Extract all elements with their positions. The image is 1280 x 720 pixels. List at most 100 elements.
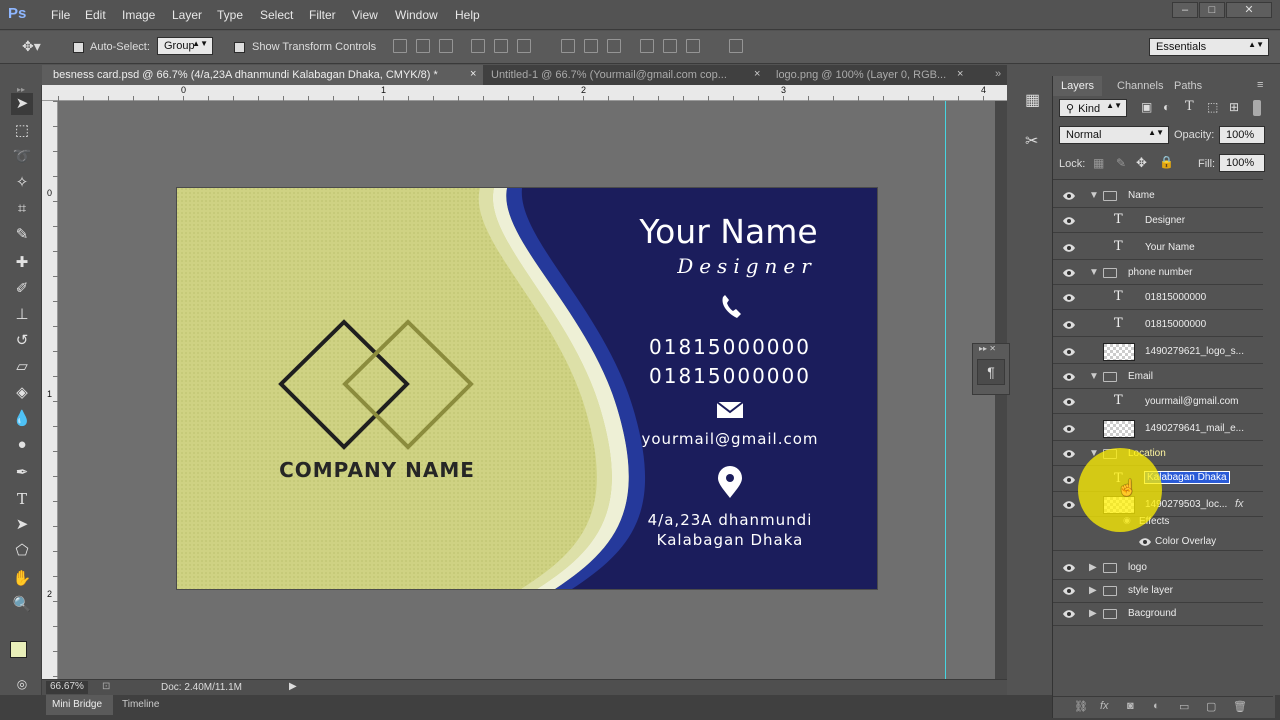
layer-row-group[interactable]: ▶ Bacground <box>1053 602 1263 626</box>
align-vcenter-icon[interactable] <box>416 39 430 53</box>
visibility-eye-icon[interactable] <box>1062 474 1076 486</box>
expand-group-icon[interactable]: ▶ <box>1089 585 1097 596</box>
layer-row-group[interactable]: ▶ style layer <box>1053 579 1263 603</box>
tab-timeline[interactable]: Timeline <box>116 695 168 715</box>
auto-align-icon[interactable] <box>729 39 743 53</box>
dodge-tool-icon[interactable]: ● <box>11 434 33 456</box>
zoom-tool-icon[interactable]: 🔍 <box>11 594 33 616</box>
align-top-icon[interactable] <box>393 39 407 53</box>
layer-row-text[interactable]: T Designer <box>1053 209 1263 233</box>
distribute-right-icon[interactable] <box>686 39 700 53</box>
lock-position-icon[interactable]: ✥ <box>1136 155 1147 171</box>
layer-row-effects[interactable]: ◉Effects <box>1053 513 1263 531</box>
distribute-top-icon[interactable] <box>561 39 575 53</box>
move-tool-icon[interactable]: ➤ <box>11 93 33 115</box>
show-transform-checkbox[interactable] <box>234 42 245 53</box>
new-group-icon[interactable]: ▭ <box>1179 700 1189 713</box>
expand-icon[interactable]: ▸▸ ✕ <box>979 344 996 353</box>
opacity-input[interactable]: 100% <box>1219 126 1265 144</box>
blur-tool-icon[interactable]: 💧 <box>11 408 33 430</box>
filter-toggle[interactable] <box>1253 100 1261 116</box>
visibility-eye-icon[interactable] <box>1062 448 1076 460</box>
align-left-icon[interactable] <box>471 39 485 53</box>
hand-tool-icon[interactable]: ✋ <box>11 568 33 590</box>
menu-help[interactable]: Help <box>455 8 480 22</box>
layer-style-icon[interactable]: fx <box>1100 700 1109 712</box>
layer-row-group[interactable]: ▼ Name <box>1053 184 1263 208</box>
expand-group-icon[interactable]: ▶ <box>1089 608 1097 619</box>
visibility-eye-icon[interactable] <box>1062 215 1076 227</box>
tab-logo-png[interactable]: logo.png @ 100% (Layer 0, RGB... <box>765 65 957 85</box>
brush-tool-icon[interactable]: ✐ <box>11 278 33 300</box>
guide-line[interactable] <box>945 101 946 679</box>
align-bottom-icon[interactable] <box>439 39 453 53</box>
lock-transparent-icon[interactable]: ▦ <box>1093 156 1104 170</box>
tab-paths[interactable]: Paths <box>1166 76 1210 96</box>
filter-smart-object-icon[interactable]: ⊞ <box>1229 100 1239 114</box>
type-tool-icon[interactable]: T <box>11 488 33 510</box>
maximize-button[interactable]: □ <box>1199 2 1225 18</box>
lock-image-icon[interactable]: ✎ <box>1116 156 1126 170</box>
filter-type-icon[interactable]: T <box>1185 99 1194 114</box>
visibility-eye-icon[interactable] <box>1062 346 1076 358</box>
collapse-group-icon[interactable]: ▼ <box>1089 190 1099 201</box>
menu-filter[interactable]: Filter <box>309 8 336 22</box>
align-right-icon[interactable] <box>517 39 531 53</box>
shape-tool-icon[interactable]: ⬠ <box>11 540 33 562</box>
filter-adjustment-icon[interactable]: ◐ <box>1163 100 1170 114</box>
add-mask-icon[interactable]: ◙ <box>1127 700 1134 712</box>
visibility-eye-icon[interactable] <box>1062 423 1076 435</box>
auto-select-dropdown[interactable]: Group ▲▼ <box>157 37 213 55</box>
tab-channels[interactable]: Channels <box>1109 76 1171 96</box>
history-icon[interactable]: ▦ <box>1025 90 1040 110</box>
layer-row-image[interactable]: 1490279621_logo_s... <box>1053 340 1263 364</box>
delete-layer-icon[interactable]: 🗑 <box>1233 700 1247 713</box>
layer-row-text[interactable]: T 01815000000 <box>1053 286 1263 310</box>
marquee-tool-icon[interactable]: ⬚ <box>11 120 33 142</box>
adjustment-layer-icon[interactable]: ◐ <box>1153 700 1160 712</box>
business-card[interactable]: COMPANY NAME Your Name Designer 01815000… <box>177 188 877 589</box>
expand-group-icon[interactable]: ▶ <box>1089 562 1097 573</box>
lasso-tool-icon[interactable]: ➰ <box>11 146 33 168</box>
filter-pixel-icon[interactable]: ▣ <box>1141 100 1152 114</box>
status-menu-arrow-icon[interactable]: ▶ <box>289 681 297 692</box>
paragraph-icon[interactable]: ¶ <box>977 359 1005 385</box>
tabs-overflow-icon[interactable]: » <box>995 68 1001 80</box>
visibility-eye-icon[interactable] <box>1062 242 1076 254</box>
align-hcenter-icon[interactable] <box>494 39 508 53</box>
collapse-group-icon[interactable]: ▼ <box>1089 267 1099 278</box>
layer-row-effect[interactable]: Color Overlay <box>1053 533 1263 551</box>
distribute-hcenter-icon[interactable] <box>663 39 677 53</box>
tab-layers[interactable]: Layers <box>1053 76 1103 96</box>
filter-shape-icon[interactable]: ⬚ <box>1207 100 1218 114</box>
tab-besness-card[interactable]: besness card.psd @ 66.7% (4/a,23A dhanmu… <box>42 65 483 85</box>
crop-tool-icon[interactable]: ⌗ <box>11 198 33 220</box>
minimize-button[interactable]: – <box>1172 2 1198 18</box>
close-button[interactable]: ✕ <box>1226 2 1272 18</box>
panel-menu-icon[interactable]: ≡ <box>1257 79 1263 91</box>
collapse-icon[interactable]: ▸▸ <box>0 85 42 94</box>
quick-mask-icon[interactable]: ◎ <box>11 673 33 695</box>
zoom-level[interactable]: 66.67% <box>46 681 88 694</box>
filter-kind-dropdown[interactable]: ⚲ Kind ▲▼ <box>1059 99 1127 117</box>
layer-row-text[interactable]: T Your Name <box>1053 236 1263 260</box>
quick-select-tool-icon[interactable]: ✧ <box>11 172 33 194</box>
layer-row-group[interactable]: ▶ logo <box>1053 556 1263 580</box>
eyedropper-tool-icon[interactable]: ✎ <box>11 224 33 246</box>
foreground-color-swatch[interactable] <box>10 641 27 658</box>
layer-row-group[interactable]: ▼ Location <box>1053 442 1263 466</box>
collapse-group-icon[interactable]: ▼ <box>1089 371 1099 382</box>
layer-row-text[interactable]: T 01815000000 <box>1053 313 1263 337</box>
layer-row-group[interactable]: ▼ phone number <box>1053 261 1263 285</box>
auto-select-checkbox[interactable] <box>73 42 84 53</box>
pen-tool-icon[interactable]: ✒ <box>11 462 33 484</box>
fx-indicator-icon[interactable]: fx <box>1235 498 1244 510</box>
visibility-eye-icon[interactable] <box>1062 292 1076 304</box>
distribute-left-icon[interactable] <box>640 39 654 53</box>
stamp-tool-icon[interactable]: ⊥ <box>11 304 33 326</box>
visibility-eye-icon[interactable] <box>1062 585 1076 597</box>
menu-file[interactable]: File <box>51 8 70 22</box>
path-select-tool-icon[interactable]: ➤ <box>11 514 33 536</box>
fill-input[interactable]: 100% <box>1219 154 1265 172</box>
menu-edit[interactable]: Edit <box>85 8 106 22</box>
